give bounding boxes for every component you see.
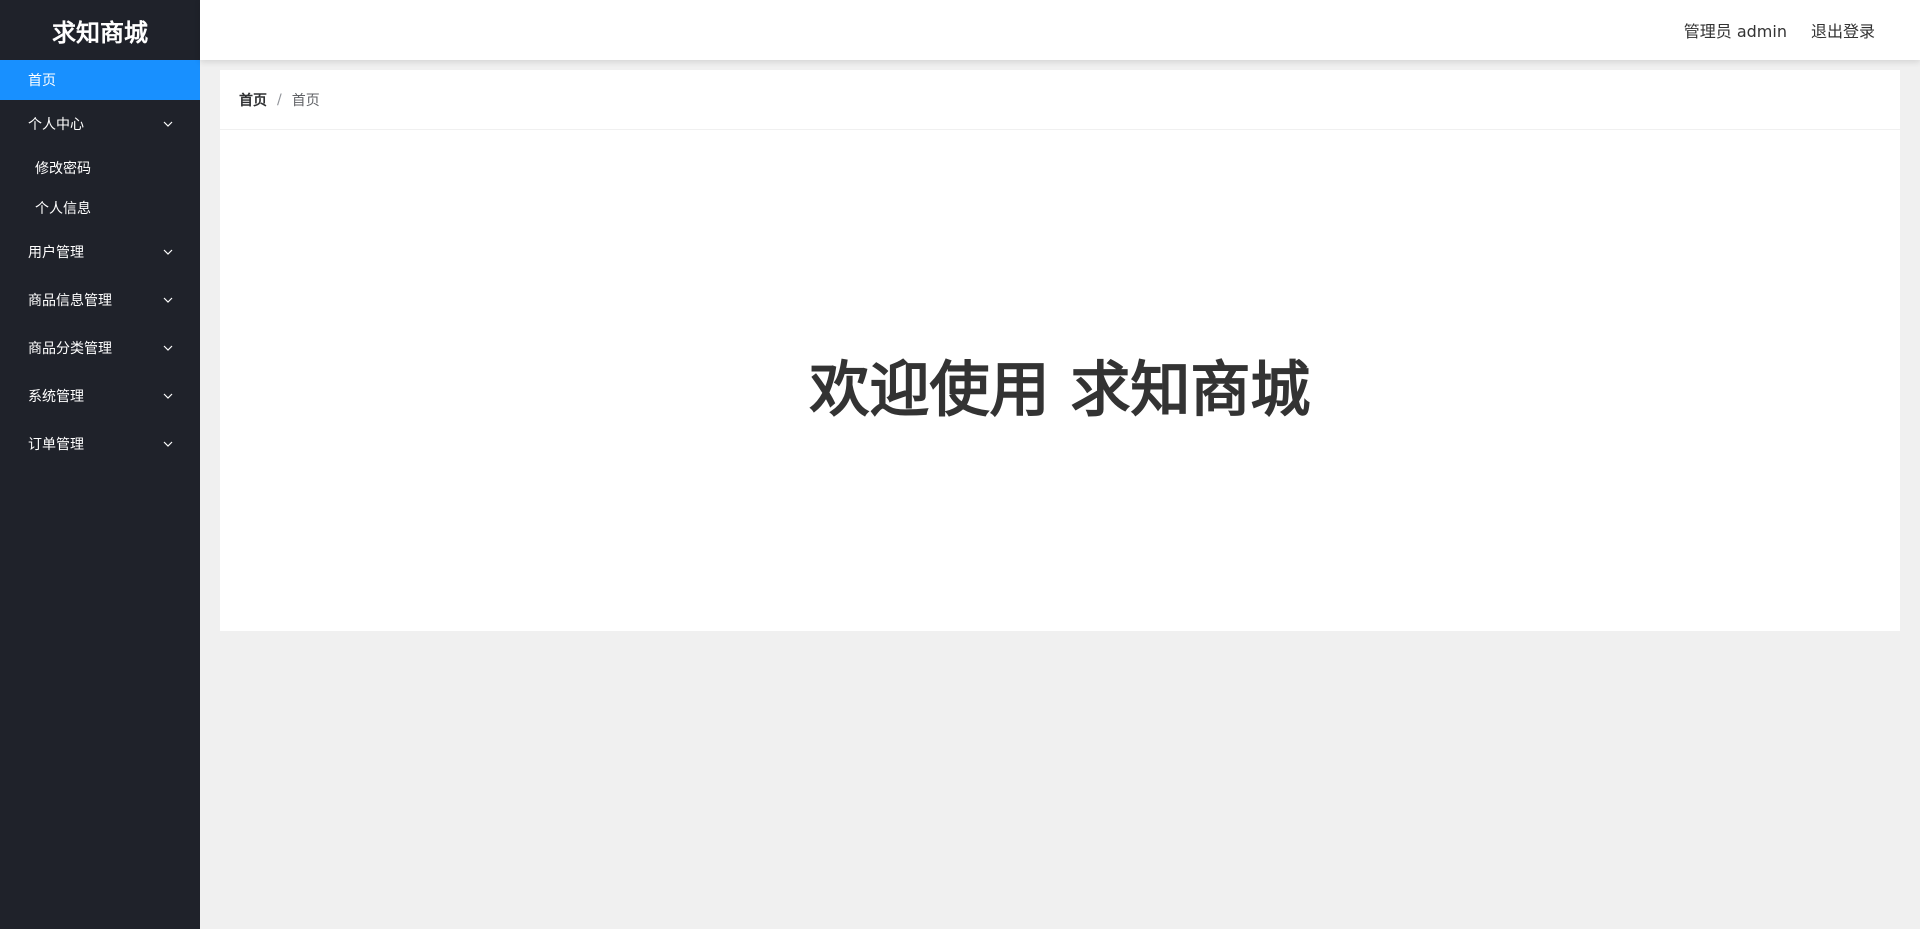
sidebar-item-label: 个人中心 xyxy=(28,117,84,133)
welcome-title: 欢迎使用 求知商城 xyxy=(809,355,1311,426)
top-header: 管理员 admin 退出登录 xyxy=(200,0,1920,60)
chevron-down-icon xyxy=(162,390,174,402)
sidebar-group-categories[interactable]: 商品分类管理 xyxy=(0,324,200,372)
chevron-down-icon xyxy=(162,294,174,306)
logout-link[interactable]: 退出登录 xyxy=(1811,18,1875,42)
sidebar-item-home[interactable]: 首页 xyxy=(0,60,200,100)
chevron-down-icon xyxy=(162,246,174,258)
chevron-down-icon xyxy=(162,118,174,130)
sidebar-item-label: 修改密码 xyxy=(35,161,91,177)
sidebar-item-label: 首页 xyxy=(28,73,56,89)
sidebar-group-orders[interactable]: 订单管理 xyxy=(0,420,200,468)
sidebar-item-personal-info[interactable]: 个人信息 xyxy=(0,188,200,228)
main-card: 首页 / 首页 欢迎使用 求知商城 xyxy=(220,70,1900,631)
sidebar-item-label: 个人信息 xyxy=(35,201,91,217)
sidebar: 求知商城 首页 个人中心 修改密码 个人信息 用户管理 商品信息管理 商品分类管… xyxy=(0,0,200,929)
chevron-down-icon xyxy=(162,438,174,450)
sidebar-item-label: 商品分类管理 xyxy=(28,341,112,357)
sidebar-group-users[interactable]: 用户管理 xyxy=(0,228,200,276)
breadcrumb-separator: / xyxy=(277,91,282,108)
chevron-down-icon xyxy=(162,342,174,354)
sidebar-item-label: 商品信息管理 xyxy=(28,293,112,309)
app-logo: 求知商城 xyxy=(52,18,148,47)
breadcrumb-item-home[interactable]: 首页 xyxy=(239,90,267,110)
sidebar-group-system[interactable]: 系统管理 xyxy=(0,372,200,420)
sidebar-item-change-password[interactable]: 修改密码 xyxy=(0,148,200,188)
sidebar-group-products[interactable]: 商品信息管理 xyxy=(0,276,200,324)
sidebar-item-label: 用户管理 xyxy=(28,245,84,261)
current-user: 管理员 admin xyxy=(1683,22,1787,41)
breadcrumb-item-current: 首页 xyxy=(291,92,320,109)
sidebar-group-profile[interactable]: 个人中心 xyxy=(0,100,200,148)
sidebar-item-label: 订单管理 xyxy=(28,437,84,453)
sidebar-item-label: 系统管理 xyxy=(28,389,84,405)
breadcrumb: 首页 / 首页 xyxy=(220,70,1900,130)
